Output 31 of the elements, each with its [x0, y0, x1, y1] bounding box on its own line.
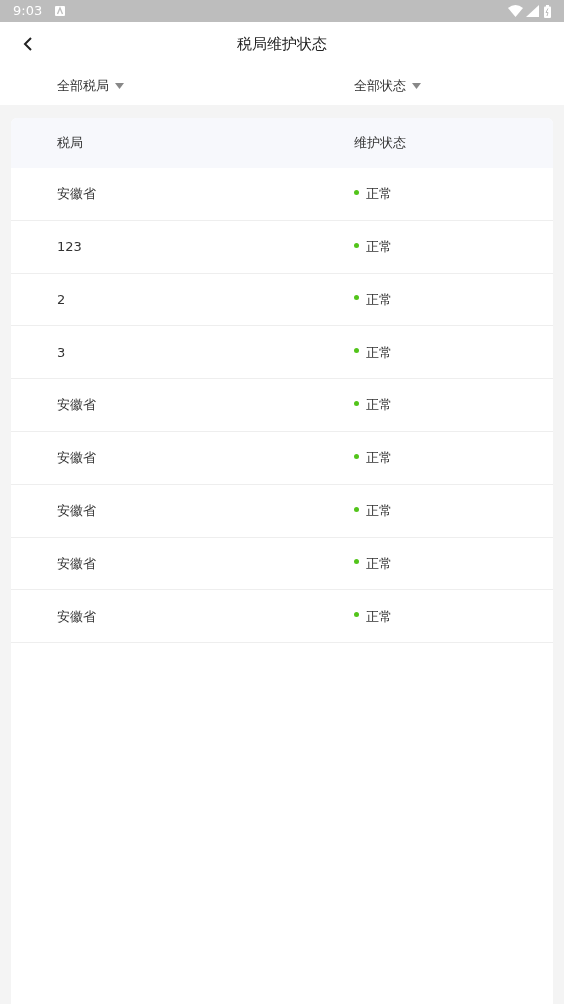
bureau-cell-text: 3 — [57, 343, 67, 362]
status-cell-text: 正常 — [366, 237, 392, 256]
bureau-cell-text: 123 — [57, 237, 83, 256]
dropdown-caret-icon — [412, 82, 421, 89]
bureau-cell-text: 安徽省 — [57, 501, 97, 520]
column-header: 税局 — [57, 134, 84, 153]
status-cell-text: 正常 — [366, 396, 392, 415]
status-time: 9:03 — [13, 2, 43, 21]
wifi-icon — [508, 5, 523, 17]
status-cell-text: 正常 — [366, 554, 392, 573]
battery-icon — [544, 4, 551, 18]
status-cell-text: 正常 — [366, 290, 392, 309]
back-icon — [23, 37, 33, 51]
column-header: 维护状态 — [354, 134, 406, 153]
dropdown-caret-icon — [115, 82, 124, 89]
notification-icon — [55, 6, 66, 16]
status-cell-text: 正常 — [366, 501, 392, 520]
status-cell-text: 正常 — [366, 607, 392, 626]
bureau-cell-text: 安徽省 — [57, 607, 97, 626]
bureau-cell-text: 2 — [57, 290, 67, 309]
signal-icon — [526, 5, 539, 17]
bureau-cell-text: 安徽省 — [57, 396, 97, 415]
bureau-cell-text: 安徽省 — [57, 185, 97, 204]
bureau-cell-text: 安徽省 — [57, 554, 97, 573]
status-cell-text: 正常 — [366, 343, 392, 362]
page-title: 税局维护状态 — [237, 33, 327, 55]
status-cell-text: 正常 — [366, 449, 392, 468]
status-cell-text: 正常 — [366, 185, 392, 204]
filter-dropdown[interactable]: 全部税局 — [57, 75, 354, 96]
bureau-cell-text: 安徽省 — [57, 449, 97, 468]
filter-dropdown[interactable]: 全部状态 — [354, 75, 421, 96]
